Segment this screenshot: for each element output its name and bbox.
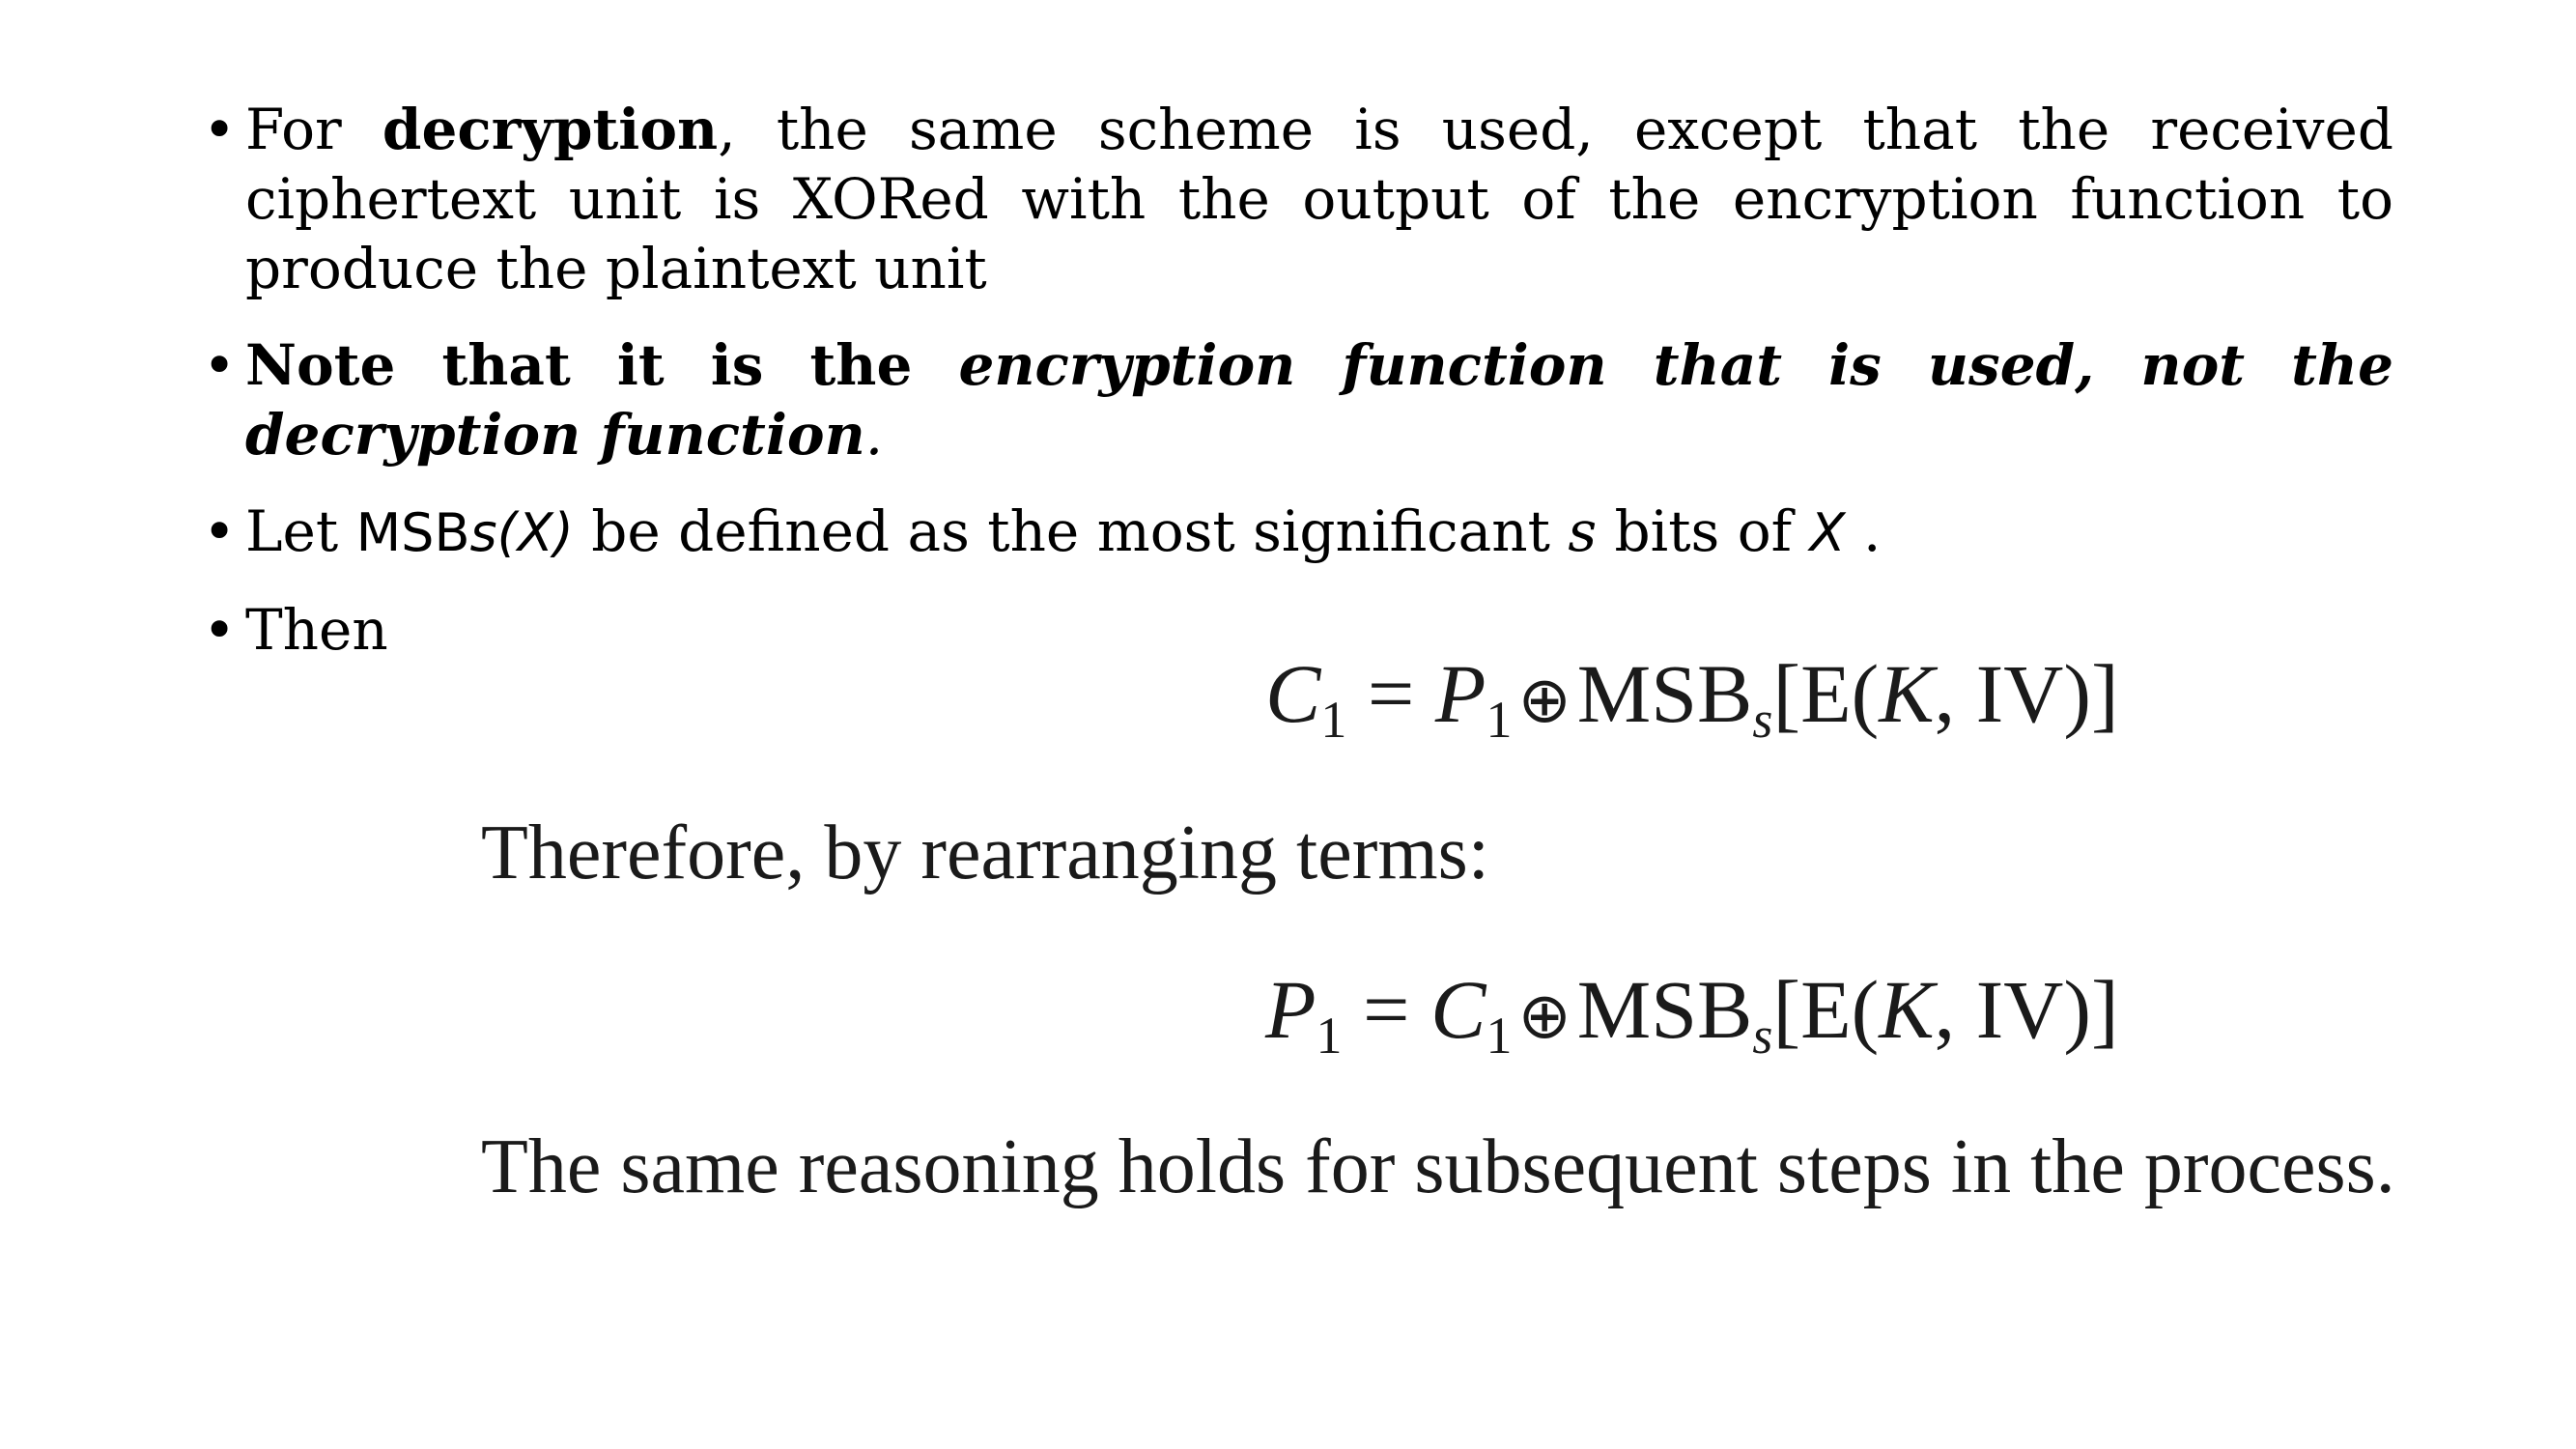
eq-arg-open: [E(	[1772, 647, 1880, 740]
bullet-marker: •	[203, 97, 237, 162]
eq-lhs-subscript: 1	[1316, 1007, 1343, 1065]
bullet-marker: •	[203, 597, 237, 663]
msb-arg: s(X)	[469, 502, 574, 563]
equation-ciphertext: C1 = P1⊕MSBs[E(K, IV)]	[1265, 645, 2119, 749]
eq-arg-close: , IV)]	[1934, 647, 2119, 740]
eq-key: K	[1879, 647, 1935, 740]
eq-variable-subscript: 1	[1486, 1007, 1513, 1065]
eq-variable-subscript: 1	[1486, 691, 1513, 749]
bullet-text: Then	[245, 597, 388, 663]
eq-equals: =	[1346, 647, 1435, 740]
s-variable: s	[1568, 498, 1598, 564]
prose-rearranging: Therefore, by rearranging terms:	[481, 810, 1489, 895]
xor-operator: ⊕	[1517, 979, 1571, 1053]
bullet-text: Let	[245, 498, 356, 564]
bullet-bold-term: decryption	[382, 97, 719, 162]
eq-msb: MSB	[1576, 963, 1753, 1056]
eq-lhs: C	[1265, 647, 1321, 740]
eq-arg-close: , IV)]	[1934, 963, 2119, 1056]
eq-arg-open: [E(	[1772, 963, 1880, 1056]
bullet-marker: •	[203, 332, 237, 398]
bullet-text: be defined as the most significant	[573, 498, 1569, 564]
x-variable: X	[1809, 502, 1846, 563]
bullet-text: For	[245, 97, 382, 162]
bullet-list: • For decryption, the same scheme is use…	[203, 95, 2393, 692]
eq-variable: P	[1434, 647, 1486, 740]
equation-plaintext: P1 = C1⊕MSBs[E(K, IV)]	[1265, 961, 2119, 1065]
bullet-end: .	[1845, 498, 1882, 564]
msb-term: MSB	[355, 502, 470, 563]
bullet-bold-text: Note that it is the	[245, 332, 959, 398]
eq-msb-subscript: s	[1752, 691, 1773, 749]
eq-lhs: P	[1265, 963, 1316, 1056]
bullet-text: bits of	[1597, 498, 1810, 564]
eq-variable: C	[1430, 963, 1486, 1056]
eq-msb: MSB	[1576, 647, 1753, 740]
eq-key: K	[1879, 963, 1935, 1056]
eq-lhs-subscript: 1	[1320, 691, 1347, 749]
xor-operator: ⊕	[1517, 663, 1571, 737]
eq-equals: =	[1342, 963, 1431, 1056]
prose-subsequent-steps: The same reasoning holds for subsequent …	[481, 1124, 2395, 1209]
bullet-msb-definition: • Let MSBs(X) be defined as the most sig…	[203, 497, 2393, 568]
slide: • For decryption, the same scheme is use…	[0, 0, 2576, 1449]
bullet-note: • Note that it is the encryption functio…	[203, 330, 2393, 469]
bullet-decryption: • For decryption, the same scheme is use…	[203, 95, 2393, 303]
bullet-marker: •	[203, 498, 237, 564]
bullet-end: .	[864, 402, 884, 468]
eq-msb-subscript: s	[1752, 1007, 1773, 1065]
